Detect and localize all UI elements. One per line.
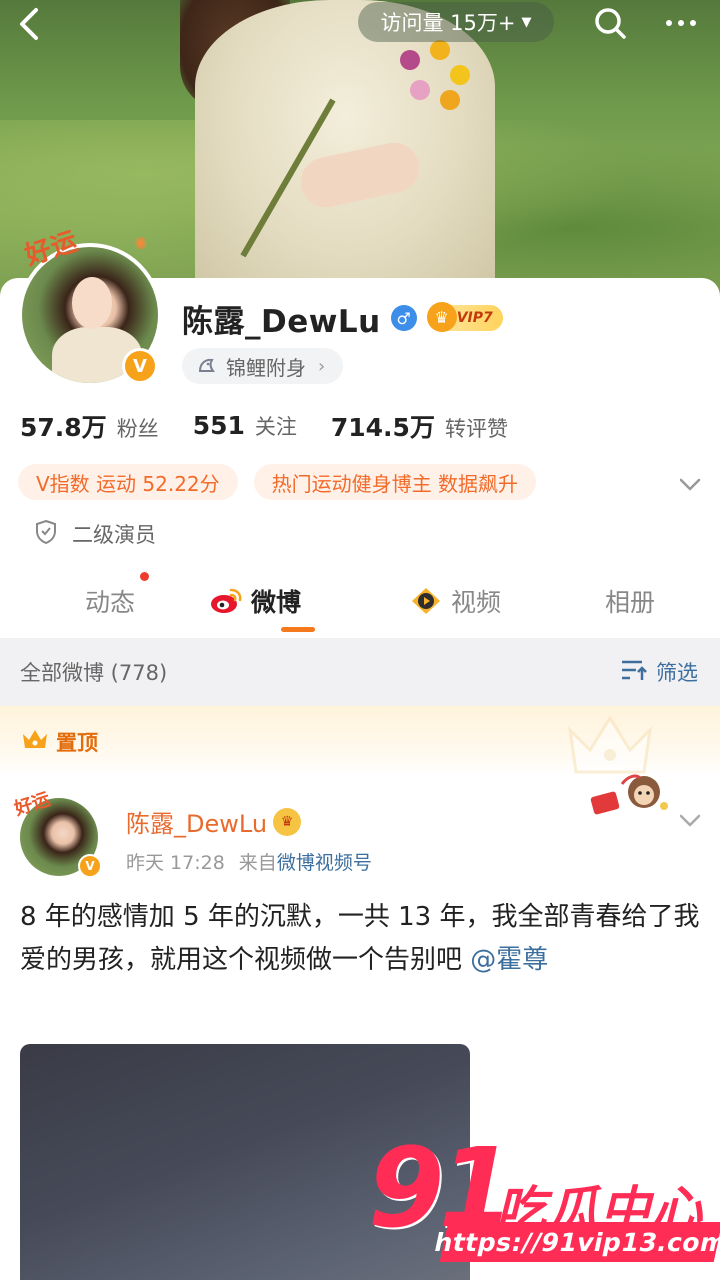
v-index-tag[interactable]: V指数 运动 52.22分	[18, 464, 238, 500]
post-meta: 昨天 17:28 来自微博视频号	[126, 848, 372, 875]
name-row: 陈露_DewLu ♂ ♛ VIP7	[182, 296, 503, 340]
back-icon[interactable]	[12, 4, 52, 44]
active-tab-indicator	[281, 627, 315, 632]
sparkle-icon: ✺	[134, 234, 148, 253]
vip-badge[interactable]: ♛ VIP7	[426, 302, 503, 332]
pinned-banner: 置顶	[0, 706, 720, 776]
stat-fans-label: 粉丝	[116, 417, 159, 441]
chevron-down-icon[interactable]	[676, 470, 704, 498]
post-chevron-down-icon[interactable]	[676, 806, 704, 834]
chevron-right-icon: ›	[318, 355, 326, 377]
post-body: 8 年的感情加 5 年的沉默，一共 13 年，我全部青春给了我爱的男孩，就用这个…	[20, 896, 700, 982]
tab-video-label: 视频	[450, 588, 501, 617]
filter-label: 筛选	[656, 661, 698, 685]
stat-interactions-num: 714.5万	[330, 413, 435, 442]
post-verified-v-icon: V	[78, 854, 102, 878]
red-dot-badge	[140, 572, 149, 581]
monkey-sticker-icon	[582, 770, 674, 820]
stat-fans[interactable]: 57.8万 粉丝	[20, 408, 159, 444]
stat-following[interactable]: 551 关注	[193, 411, 297, 441]
tab-video[interactable]: 视频	[350, 566, 560, 636]
stat-interactions-label: 转评赞	[444, 417, 508, 441]
video-play-icon	[409, 586, 443, 616]
caret-down-icon: ▼	[521, 14, 532, 30]
weibo-logo-icon	[209, 586, 243, 616]
post-source-name: 微博视频号	[276, 852, 372, 874]
profile-name: 陈露_DewLu	[182, 303, 381, 340]
watermark-logo: 91 吃瓜中心 https://91vip13.com	[368, 1128, 720, 1280]
post-mention-link[interactable]: @霍尊	[470, 945, 548, 975]
koi-chip[interactable]: 锦鲤附身 ›	[182, 348, 344, 384]
koi-fish-icon	[196, 355, 218, 377]
stats-row: 57.8万 粉丝 551 关注 714.5万 转评赞	[20, 404, 542, 448]
post-source-prefix: 来自	[238, 852, 277, 874]
feed-section-header: 全部微博 (778) 筛选	[0, 638, 720, 706]
tags-row: V指数 运动 52.22分 热门运动健身博主 数据飙升	[18, 464, 537, 500]
more-icon[interactable]	[656, 3, 706, 43]
post-time: 昨天 17:28	[126, 852, 225, 874]
koi-label: 锦鲤附身	[226, 355, 306, 380]
search-icon[interactable]	[590, 3, 630, 43]
post-author-row: 陈露_DewLu ♛	[126, 804, 302, 839]
stat-fans-num: 57.8万	[20, 413, 107, 442]
identity-row[interactable]: 二级演员	[34, 516, 156, 552]
cover-bouquet	[390, 40, 490, 140]
tab-weibo[interactable]: 微博	[180, 566, 330, 636]
pinned-crown-icon	[20, 726, 50, 757]
hot-blogger-tag[interactable]: 热门运动健身博主 数据飙升	[253, 464, 537, 500]
tab-feed-label: 动态	[84, 588, 135, 617]
identity-label: 二级演员	[72, 523, 156, 547]
feed-count-title: 全部微博 (778)	[20, 661, 168, 685]
filter-button[interactable]: 筛选	[620, 657, 698, 687]
crown-icon: ♛	[426, 302, 457, 332]
pinned-label: 置顶	[20, 726, 98, 757]
member-crown-icon: ♛	[273, 807, 302, 836]
profile-tabs: 动态 微博 视频 相册	[0, 566, 720, 636]
watermark-url: https://91vip13.com	[432, 1222, 720, 1262]
shield-icon	[34, 519, 58, 550]
post-text: 8 年的感情加 5 年的沉默，一共 13 年，我全部青春给了我爱的男孩，就用这个…	[20, 902, 700, 975]
vip-level: VIP7	[456, 310, 493, 326]
top-bar: 访问量 15万+ ▼	[0, 0, 720, 48]
filter-icon	[620, 658, 648, 687]
tab-weibo-label: 微博	[250, 588, 301, 617]
post-source[interactable]: 来自微博视频号	[239, 848, 372, 875]
tab-album[interactable]: 相册	[560, 566, 700, 636]
male-icon: ♂	[390, 305, 417, 331]
stat-following-label: 关注	[254, 415, 297, 439]
tab-album-label: 相册	[604, 588, 655, 617]
visit-count-pill[interactable]: 访问量 15万+ ▼	[358, 2, 554, 42]
post-author-name[interactable]: 陈露_DewLu	[126, 804, 267, 839]
stat-interactions[interactable]: 714.5万 转评赞	[331, 408, 508, 444]
pinned-text: 置顶	[56, 730, 98, 755]
stat-following-num: 551	[192, 411, 245, 440]
verified-v-icon: V	[122, 348, 158, 384]
visit-count-label: 访问量 15万+	[380, 11, 516, 35]
